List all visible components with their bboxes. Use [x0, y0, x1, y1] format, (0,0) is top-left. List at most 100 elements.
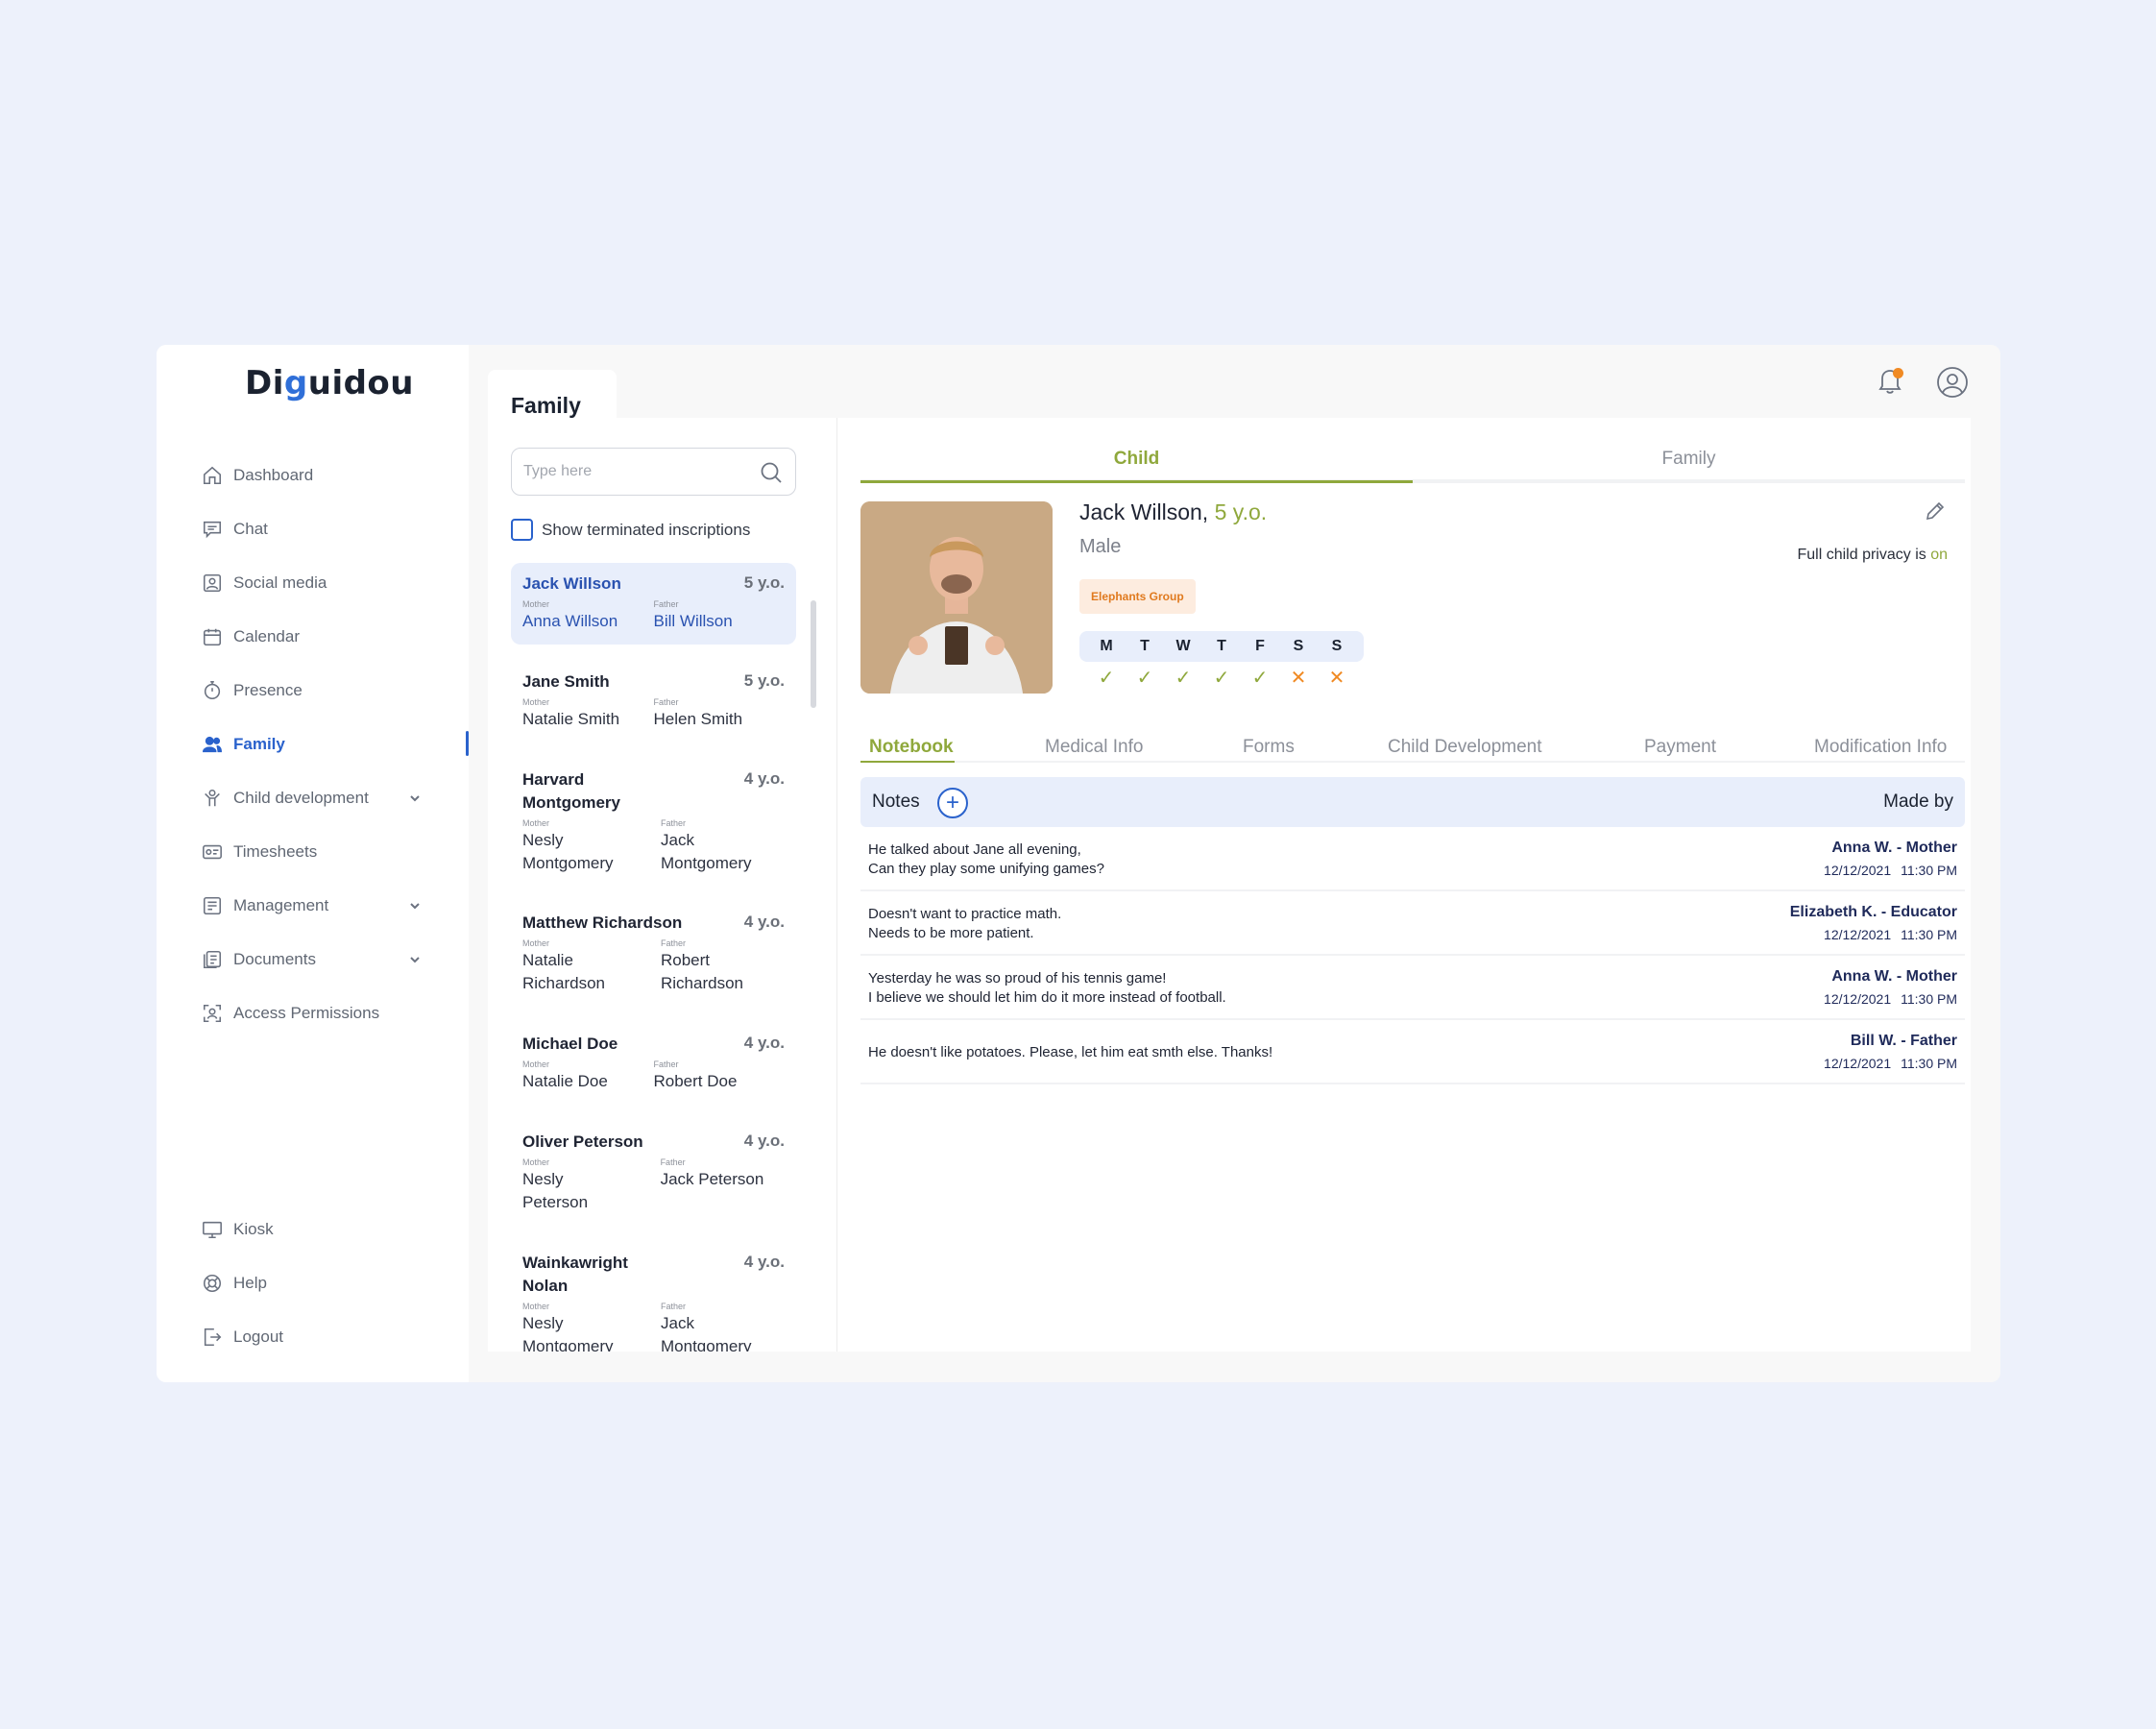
mother-name: Nesly Montgomery [522, 1314, 614, 1352]
mother-label: Mother [522, 938, 550, 948]
tab-child[interactable]: Child [860, 449, 1413, 470]
father-label: Father [661, 1302, 687, 1311]
table-row[interactable]: Doesn't want to practice math. Needs to b… [860, 891, 1965, 956]
table-row[interactable]: He doesn't like potatoes. Please, let hi… [860, 1020, 1965, 1084]
tab-child-development[interactable]: Child Development [1388, 737, 1542, 758]
cross-icon: ✕ [1290, 668, 1307, 689]
tab-medical-info[interactable]: Medical Info [1045, 737, 1143, 758]
father-label: Father [660, 1157, 686, 1167]
notes-header: Notes + Made by [860, 777, 1965, 827]
father-label: Father [653, 697, 679, 707]
note-text: He talked about Jane all evening, Can the… [868, 840, 1104, 877]
list-item[interactable]: Matthew Richardson 4 y.o. Mother Natalie … [511, 902, 796, 1023]
table-row[interactable]: Yesterday he was so proud of his tennis … [860, 956, 1965, 1020]
sidebar-item-management[interactable]: Management [201, 879, 469, 933]
children-list-panel: Show terminated inscriptions Jack Willso… [488, 418, 837, 1352]
sidebar-item-family[interactable]: Family [201, 718, 469, 771]
table-row[interactable]: He talked about Jane all evening, Can the… [860, 827, 1965, 891]
weekday-label: T [1217, 638, 1226, 654]
note-time: 11:30 PM [1901, 863, 1957, 878]
sidebar-bottom-nav: Kiosk Help Logout [201, 1203, 469, 1364]
notifications-button[interactable] [1877, 366, 1907, 399]
father-label: Father [661, 938, 687, 948]
father-name: Jack Montgomery [661, 831, 752, 872]
user-icon [1936, 367, 1969, 402]
sidebar-item-kiosk[interactable]: Kiosk [201, 1203, 469, 1256]
sidebar-item-dashboard[interactable]: Dashboard [201, 449, 469, 502]
sidebar-item-timesheets[interactable]: Timesheets [201, 825, 469, 879]
sidebar-item-calendar[interactable]: Calendar [201, 610, 469, 664]
list-item[interactable]: Jane Smith 5 y.o. Mother Natalie Smith Fa… [511, 661, 796, 759]
child-age: 4 y.o. [743, 1034, 785, 1052]
timesheet-icon [201, 840, 224, 864]
help-icon [201, 1272, 224, 1295]
list-item[interactable]: Jack Willson 5 y.o. Mother Anna Willson F… [511, 563, 796, 645]
check-icon: ✓ [1136, 668, 1153, 689]
search-input[interactable] [512, 449, 752, 495]
management-icon [201, 894, 224, 917]
mother-name: Natalie Richardson [522, 951, 605, 992]
sidebar-item-label: Chat [233, 520, 268, 538]
sidebar-item-logout[interactable]: Logout [201, 1310, 469, 1364]
sidebar-item-access-permissions[interactable]: Access Permissions [201, 986, 469, 1040]
note-time: 11:30 PM [1901, 991, 1957, 1007]
chevron-down-icon[interactable] [408, 952, 422, 965]
sidebar-item-social-media[interactable]: Social media [201, 556, 469, 610]
note-author-block: Anna W. - Mother 12/12/2021 11:30 PM [1824, 966, 1957, 1011]
tab-modification-info[interactable]: Modification Info [1814, 737, 1947, 758]
app-logo[interactable]: Diguidou [245, 364, 414, 402]
chevron-down-icon[interactable] [408, 791, 422, 804]
sidebar-item-documents[interactable]: Documents [201, 933, 469, 986]
note-date: 12/12/2021 [1824, 927, 1892, 942]
sidebar-item-presence[interactable]: Presence [201, 664, 469, 718]
weekday-label: S [1293, 638, 1304, 654]
list-item[interactable]: Harvard Montgomery 4 y.o. Mother Nesly Mo… [511, 759, 796, 902]
search-icon[interactable] [759, 460, 784, 485]
tab-payment[interactable]: Payment [1644, 737, 1716, 758]
weekday-label: F [1255, 638, 1265, 654]
detail-tabs: Child Family [860, 437, 1965, 483]
list-scrollbar[interactable] [811, 600, 816, 708]
sidebar-item-label: Dashboard [233, 466, 314, 484]
weekday-label: W [1175, 638, 1191, 654]
note-author-block: Elizabeth K. - Educator 12/12/2021 11:30 … [1790, 902, 1957, 946]
home-icon [201, 464, 224, 487]
check-icon: ✓ [1098, 668, 1115, 689]
show-terminated-toggle[interactable]: Show terminated inscriptions [511, 519, 750, 541]
app-window: Diguidou Dashboard Chat Social media Cal… [157, 345, 2000, 1382]
tab-forms[interactable]: Forms [1243, 737, 1295, 758]
check-icon: ✓ [1213, 668, 1230, 689]
list-item[interactable]: Oliver Peterson 4 y.o. Mother Nesly Peter… [511, 1121, 796, 1242]
active-sub-tab-underline [860, 761, 955, 763]
add-note-button[interactable]: + [937, 788, 968, 818]
sidebar-item-label: Social media [233, 573, 327, 592]
child-photo [860, 501, 1053, 694]
father-name: Robert Richardson [661, 951, 743, 992]
list-item[interactable]: Wainkawright Nolan 4 y.o. Mother Nesly Mo… [511, 1242, 796, 1352]
father-name: Jack Montgomery [661, 1314, 752, 1352]
user-profile-button[interactable] [1936, 366, 1969, 399]
sidebar-item-label: Access Permissions [233, 1004, 380, 1022]
active-tab-underline [860, 480, 1413, 483]
mother-name: Natalie Smith [522, 710, 620, 728]
show-terminated-checkbox[interactable] [511, 519, 533, 541]
tab-notebook[interactable]: Notebook [869, 737, 954, 758]
tab-family[interactable]: Family [1413, 449, 1965, 470]
child-name: Matthew Richardson [522, 913, 683, 932]
check-icon: ✓ [1175, 668, 1192, 689]
note-text: He doesn't like potatoes. Please, let hi… [868, 1043, 1273, 1060]
sidebar-item-label: Management [233, 896, 329, 914]
mother-name: Anna Willson [522, 612, 618, 630]
sidebar-item-chat[interactable]: Chat [201, 502, 469, 556]
child-icon [201, 787, 224, 810]
chevron-down-icon[interactable] [408, 898, 422, 912]
sidebar-item-help[interactable]: Help [201, 1256, 469, 1310]
list-item[interactable]: Michael Doe 4 y.o. Mother Natalie Doe Fat… [511, 1023, 796, 1121]
sidebar-item-child-development[interactable]: Child development [201, 771, 469, 825]
father-name: Jack Peterson [660, 1170, 764, 1188]
sidebar-item-label: Kiosk [233, 1220, 274, 1238]
edit-button[interactable] [1925, 500, 1948, 524]
privacy-status: Full child privacy is on [1797, 547, 1948, 563]
search-box [511, 448, 796, 496]
note-author: Elizabeth K. - Educator [1789, 904, 1957, 920]
